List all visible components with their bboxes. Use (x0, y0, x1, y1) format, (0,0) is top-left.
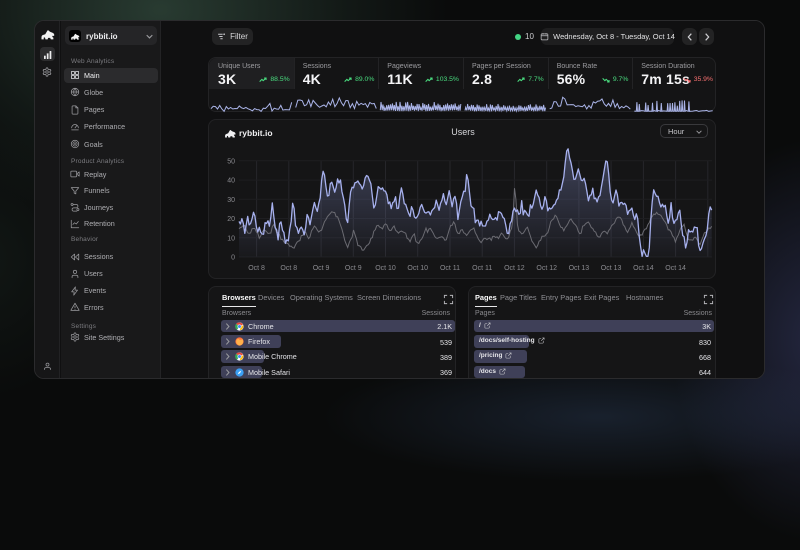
svg-text:Oct 9: Oct 9 (345, 265, 362, 272)
svg-text:50: 50 (227, 158, 235, 165)
svg-text:Oct 8: Oct 8 (280, 265, 297, 272)
svg-text:10: 10 (227, 235, 235, 242)
svg-text:Oct 12: Oct 12 (536, 265, 557, 272)
svg-text:Oct 13: Oct 13 (601, 265, 622, 272)
svg-text:Oct 11: Oct 11 (472, 265, 492, 272)
svg-text:Oct 10: Oct 10 (375, 265, 396, 272)
svg-text:Oct 10: Oct 10 (407, 265, 428, 272)
svg-text:0: 0 (231, 255, 235, 262)
svg-text:Oct 9: Oct 9 (313, 265, 330, 272)
svg-text:Oct 14: Oct 14 (665, 265, 686, 272)
svg-text:40: 40 (227, 178, 235, 185)
svg-text:Oct 13: Oct 13 (569, 265, 590, 272)
svg-text:Oct 12: Oct 12 (504, 265, 525, 272)
svg-text:20: 20 (227, 216, 235, 223)
svg-text:Oct 8: Oct 8 (248, 265, 265, 272)
svg-text:30: 30 (227, 197, 235, 204)
svg-text:Oct 14: Oct 14 (633, 265, 654, 272)
svg-text:Oct 11: Oct 11 (440, 265, 460, 272)
